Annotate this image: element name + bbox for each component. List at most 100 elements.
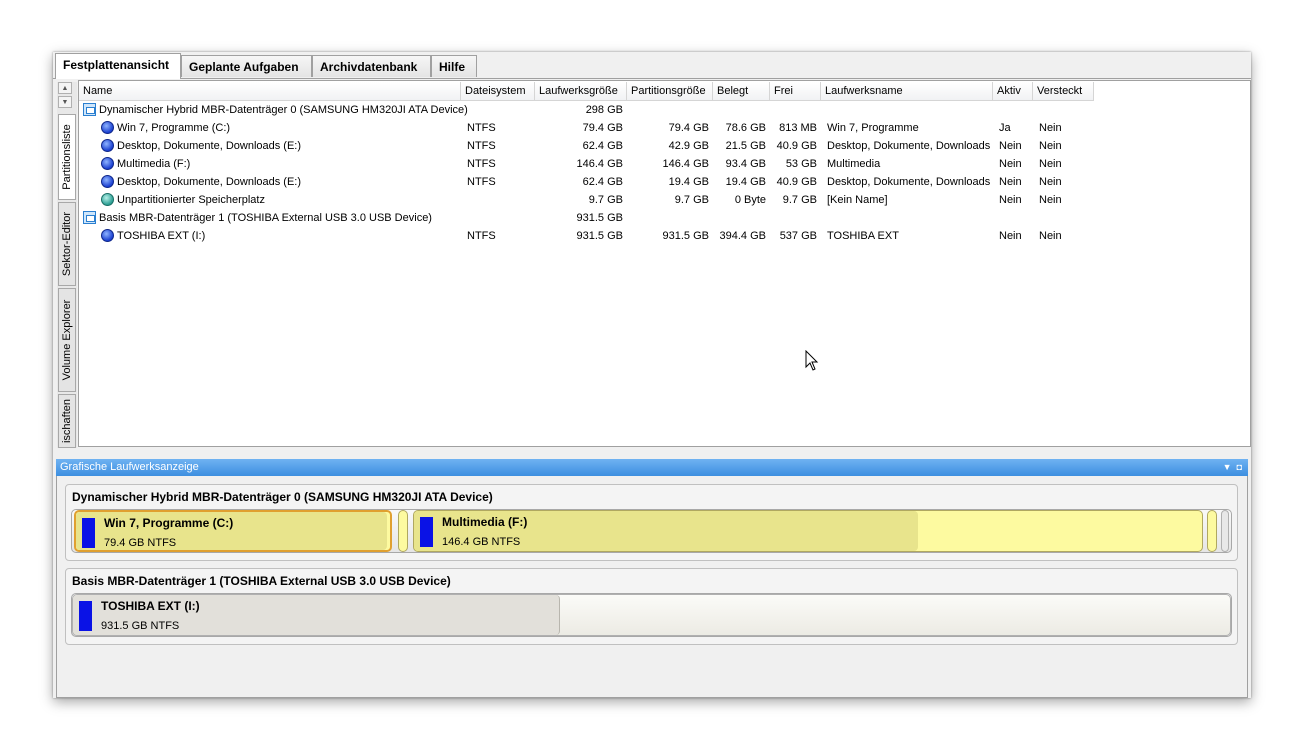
disk-group-1: Basis MBR-Datenträger 1 (TOSHIBA Externa…	[65, 568, 1238, 645]
disk-icon	[83, 211, 96, 224]
cell-part-size	[627, 209, 709, 227]
column-header-versteckt[interactable]: Versteckt	[1033, 82, 1094, 101]
cell-part-size: 79.4 GB	[668, 122, 709, 134]
row-name: Desktop, Dokumente, Downloads (E:)	[117, 140, 302, 152]
cell-drive-size: 62.4 GB	[582, 176, 623, 188]
row-name: Basis MBR-Datenträger 1 (TOSHIBA Externa…	[99, 212, 432, 224]
graphic-panel-header: Grafische Laufwerksanzeige ▼ ◘	[56, 459, 1248, 476]
cell-label: Desktop, Dokumente, Downloads	[827, 176, 991, 188]
cell-part-size: 42.9 GB	[668, 140, 709, 152]
unpartitioned-icon	[101, 193, 114, 206]
partition-color-swatch	[82, 518, 95, 548]
graphic-panel-body: Dynamischer Hybrid MBR-Datenträger 0 (SA…	[56, 476, 1248, 698]
partition-row[interactable]: Win 7, Programme (C:) NTFS 79.4 GB 79.4 GB 7…	[79, 119, 1250, 137]
cell-hidden: Nein	[1039, 122, 1062, 134]
partition-row[interactable]: TOSHIBA EXT (I:) NTFS 931.5 GB 931.5 GB 394.…	[79, 227, 1250, 245]
row-name: Multimedia (F:)	[117, 158, 191, 170]
column-header-name[interactable]: Name	[79, 82, 461, 101]
partition-block-e-small[interactable]	[398, 510, 408, 552]
cell-free: 813 MB	[779, 122, 817, 134]
disk-bar: Win 7, Programme (C:) 79.4 GB NTFS Multi…	[71, 509, 1232, 553]
partition-icon	[101, 157, 114, 170]
cell-drive-size: 146.4 GB	[576, 158, 623, 170]
tab-geplante-aufgaben[interactable]: Geplante Aufgaben	[181, 55, 312, 77]
side-tab-sektor-editor[interactable]: Sektor-Editor	[58, 202, 76, 286]
cell-free: 9.7 GB	[782, 194, 817, 206]
side-tab-volume-explorer[interactable]: Volume Explorer	[58, 288, 76, 392]
undock-icon[interactable]: ◘	[1237, 462, 1242, 472]
cell-active: Nein	[999, 176, 1022, 188]
partition-row[interactable]: Unpartitionierter Speicherplatz 9.7 GB 9.7…	[79, 191, 1250, 209]
partition-icon	[101, 139, 114, 152]
partition-block-e-second[interactable]	[1207, 510, 1217, 552]
cell-hidden	[1039, 101, 1094, 119]
side-tab-label: Sektor-Editor	[61, 211, 73, 277]
partition-size: 79.4 GB NTFS	[104, 537, 177, 549]
cell-fs: NTFS	[467, 122, 496, 134]
partition-list: Name Dateisystem Laufwerksgröße Partitio…	[78, 80, 1251, 447]
cell-used: 0 Byte	[734, 194, 766, 206]
partition-block-f[interactable]: Multimedia (F:) 146.4 GB NTFS	[413, 510, 1203, 552]
side-tab-label: Volume Explorer	[61, 299, 73, 381]
scroll-up-button[interactable]: ▲	[58, 82, 72, 94]
tab-archivdatenbank[interactable]: Archivdatenbank	[312, 55, 431, 77]
row-name: Desktop, Dokumente, Downloads (E:)	[117, 176, 302, 188]
column-header-partitionsgroesse[interactable]: Partitionsgröße	[627, 82, 713, 101]
column-header-aktiv[interactable]: Aktiv	[993, 82, 1033, 101]
collapse-icon[interactable]: ▼	[1223, 462, 1232, 472]
cell-active	[999, 101, 1033, 119]
partition-color-swatch	[79, 601, 92, 631]
cell-used	[713, 101, 766, 119]
cell-fs	[467, 191, 537, 209]
cell-free: 537 GB	[779, 230, 817, 242]
cell-used: 21.5 GB	[725, 140, 766, 152]
column-header-frei[interactable]: Frei	[770, 82, 821, 101]
cell-active: Nein	[999, 140, 1022, 152]
unpartitioned-block[interactable]	[1221, 510, 1229, 552]
scroll-down-button[interactable]: ▼	[58, 96, 72, 108]
cell-part-size: 19.4 GB	[668, 176, 709, 188]
partition-name: Multimedia (F:)	[442, 515, 528, 529]
partition-name: TOSHIBA EXT (I:)	[101, 599, 200, 613]
disk-row[interactable]: Dynamischer Hybrid MBR-Datenträger 0 (SA…	[79, 101, 1250, 119]
partition-color-swatch	[420, 517, 433, 547]
side-tab-partitionsliste[interactable]: Partitionsliste	[58, 114, 76, 200]
partition-row[interactable]: Multimedia (F:) NTFS 146.4 GB 146.4 GB 93.4 …	[79, 155, 1250, 173]
cell-used: 93.4 GB	[725, 158, 766, 170]
cell-hidden: Nein	[1039, 176, 1062, 188]
partition-block-c[interactable]: Win 7, Programme (C:) 79.4 GB NTFS	[74, 510, 392, 552]
cell-active: Nein	[999, 194, 1022, 206]
column-header-laufwerksname[interactable]: Laufwerksname	[821, 82, 993, 101]
partition-row[interactable]: Desktop, Dokumente, Downloads (E:) NTFS 62…	[79, 173, 1250, 191]
cell-label: Multimedia	[827, 158, 881, 170]
tab-festplattenansicht[interactable]: Festplattenansicht	[55, 53, 181, 79]
cell-active: Nein	[999, 158, 1022, 170]
cell-active: Ja	[999, 122, 1011, 134]
side-tab-eigenschaften[interactable]: ischaften	[58, 394, 76, 448]
cell-fs: NTFS	[467, 176, 496, 188]
disk-row[interactable]: Basis MBR-Datenträger 1 (TOSHIBA Externa…	[79, 209, 1250, 227]
cell-label: TOSHIBA EXT	[827, 230, 899, 242]
cell-drive-size: 62.4 GB	[582, 140, 623, 152]
partition-size: 931.5 GB NTFS	[101, 620, 180, 632]
column-header-laufwerksgroesse[interactable]: Laufwerksgröße	[535, 82, 627, 101]
partition-row[interactable]: Desktop, Dokumente, Downloads (E:) NTFS 62…	[79, 137, 1250, 155]
partition-size: 146.4 GB NTFS	[442, 536, 521, 548]
cell-hidden: Nein	[1039, 194, 1062, 206]
disk-group-0: Dynamischer Hybrid MBR-Datenträger 0 (SA…	[65, 484, 1238, 561]
side-tab-label: Partitionsliste	[61, 124, 73, 190]
cell-hidden: Nein	[1039, 230, 1062, 242]
row-name: TOSHIBA EXT (I:)	[117, 230, 206, 242]
cell-fs: NTFS	[467, 158, 496, 170]
column-header-dateisystem[interactable]: Dateisystem	[461, 82, 535, 101]
disk-bar: TOSHIBA EXT (I:) 931.5 GB NTFS	[71, 593, 1232, 637]
cell-fs: NTFS	[467, 230, 496, 242]
partition-block-i[interactable]: TOSHIBA EXT (I:) 931.5 GB NTFS	[72, 594, 1231, 636]
cell-label	[827, 209, 993, 227]
cell-part-size: 931.5 GB	[662, 230, 709, 242]
cell-label: Desktop, Dokumente, Downloads	[827, 140, 991, 152]
disk-title: Basis MBR-Datenträger 1 (TOSHIBA Externa…	[72, 574, 451, 588]
cell-drive-size: 9.7 GB	[588, 194, 623, 206]
tab-hilfe[interactable]: Hilfe	[431, 55, 477, 77]
column-header-belegt[interactable]: Belegt	[713, 82, 770, 101]
